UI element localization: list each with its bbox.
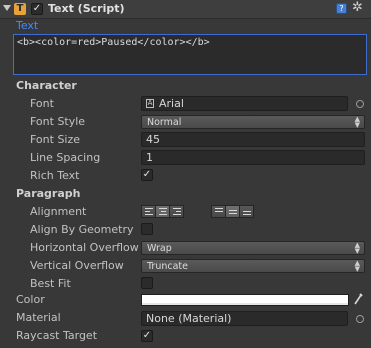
align-left-icon xyxy=(145,208,153,217)
font-asset-icon: A xyxy=(146,99,154,108)
font-size-input[interactable]: 45 xyxy=(141,132,365,147)
text-area-value: <b><color=red>Paused</color></b> xyxy=(17,37,210,48)
font-style-label: Font Style xyxy=(30,115,86,128)
align-center-icon xyxy=(159,208,167,217)
best-fit-label: Best Fit xyxy=(30,277,71,290)
font-label: Font xyxy=(30,97,54,110)
align-bottom-button[interactable] xyxy=(239,205,254,218)
vertical-overflow-dropdown[interactable]: Truncate ▲ ▼ xyxy=(141,259,365,273)
text-component-icon: T xyxy=(14,3,26,15)
rich-text-checkbox[interactable]: ✓ xyxy=(141,169,153,181)
gear-icon[interactable]: ✲ xyxy=(352,1,363,15)
material-picker-icon[interactable] xyxy=(356,315,364,323)
line-spacing-label: Line Spacing xyxy=(30,151,101,164)
line-spacing-value: 1 xyxy=(146,151,153,164)
paragraph-heading: Paragraph xyxy=(16,187,81,200)
horizontal-overflow-value: Wrap xyxy=(147,243,172,254)
material-value: None (Material) xyxy=(146,312,232,325)
align-right-button[interactable] xyxy=(169,205,184,218)
align-bottom-icon xyxy=(243,211,251,217)
dropdown-arrows-icon: ▲ ▼ xyxy=(354,115,360,129)
raycast-target-label: Raycast Target xyxy=(16,329,98,342)
horizontal-overflow-dropdown[interactable]: Wrap ▲ ▼ xyxy=(141,241,365,255)
vertical-alignment-group xyxy=(211,205,254,218)
vertical-overflow-label: Vertical Overflow xyxy=(30,259,124,272)
font-field[interactable]: A Arial xyxy=(141,96,348,111)
horizontal-overflow-label: Horizontal Overflow xyxy=(30,241,139,254)
font-size-value: 45 xyxy=(146,133,160,146)
text-label: Text xyxy=(16,19,39,32)
alignment-label: Alignment xyxy=(30,205,87,218)
color-label: Color xyxy=(16,293,45,306)
component-title: Text (Script) xyxy=(48,2,125,15)
align-middle-icon xyxy=(229,210,237,216)
align-by-geometry-checkbox[interactable] xyxy=(141,223,153,235)
text-area[interactable]: <b><color=red>Paused</color></b> xyxy=(13,34,367,75)
vertical-overflow-value: Truncate xyxy=(147,261,188,272)
font-picker-icon[interactable] xyxy=(356,100,364,108)
eyedropper-icon[interactable] xyxy=(353,292,363,306)
best-fit-checkbox[interactable] xyxy=(141,277,153,289)
help-icon[interactable]: ? xyxy=(336,3,347,14)
font-style-value: Normal xyxy=(147,117,182,128)
dropdown-arrows-icon: ▲ ▼ xyxy=(354,241,360,255)
align-right-icon xyxy=(173,208,181,217)
font-style-dropdown[interactable]: Normal ▲ ▼ xyxy=(141,115,365,129)
color-field[interactable] xyxy=(141,294,349,306)
component-enabled-checkbox[interactable]: ✓ xyxy=(31,3,43,15)
font-value: Arial xyxy=(159,97,184,110)
material-field[interactable]: None (Material) xyxy=(141,311,348,326)
rich-text-label: Rich Text xyxy=(30,169,80,182)
align-top-button[interactable] xyxy=(211,205,226,218)
character-heading: Character xyxy=(16,79,77,92)
align-middle-button[interactable] xyxy=(225,205,240,218)
alpha-bar xyxy=(142,303,348,305)
font-size-label: Font Size xyxy=(30,133,81,146)
component-header: T ✓ Text (Script) ? ✲ xyxy=(0,0,371,19)
dropdown-arrows-icon: ▲ ▼ xyxy=(354,259,360,273)
line-spacing-input[interactable]: 1 xyxy=(141,150,365,165)
align-top-icon xyxy=(215,208,223,214)
align-left-button[interactable] xyxy=(141,205,156,218)
align-center-button[interactable] xyxy=(155,205,170,218)
align-by-geometry-label: Align By Geometry xyxy=(30,223,134,236)
foldout-arrow-icon[interactable] xyxy=(3,5,11,11)
horizontal-alignment-group xyxy=(141,205,184,218)
raycast-target-checkbox[interactable]: ✓ xyxy=(141,330,153,342)
material-label: Material xyxy=(16,311,61,324)
